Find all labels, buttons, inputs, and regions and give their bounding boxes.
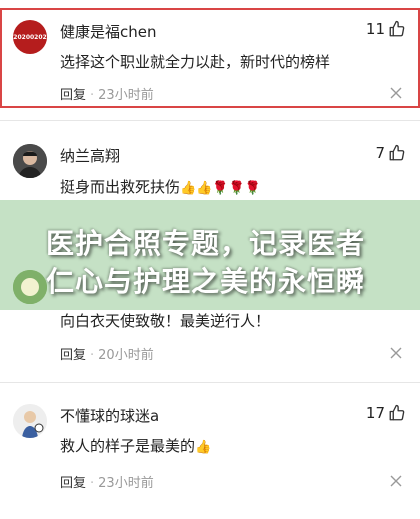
comment-time: 23小时前: [98, 476, 154, 491]
comment-text: 挺身而出救死扶伤👍👍🌹🌹🌹: [60, 176, 261, 197]
emoji: 👍: [195, 440, 212, 455]
avatar[interactable]: [13, 270, 47, 304]
reply-button[interactable]: 回复: [60, 88, 86, 103]
avatar[interactable]: [13, 404, 47, 438]
comment-item: 不懂球的球迷a 17 救人的样子是最美的👍 回复 · 23小时前: [0, 392, 420, 492]
comment-text: 选择这个职业就全力以赴，新时代的榜样: [60, 53, 331, 71]
avatar[interactable]: [13, 144, 47, 178]
comment-time: 20小时前: [98, 348, 154, 363]
reply-button[interactable]: 回复: [60, 476, 86, 491]
meta-separator: ·: [90, 88, 95, 103]
comment-meta: 回复 · 23小时前: [60, 84, 154, 103]
meta-separator: ·: [90, 476, 95, 491]
banner-title-line1: 医护合照专题，记录医者: [46, 227, 366, 260]
like-count: 7: [375, 144, 385, 162]
close-icon[interactable]: [390, 87, 402, 99]
comment-item: 向白衣天使致敬！最美逆行人！ 回复 · 20小时前: [0, 310, 420, 370]
comment-text: 救人的样子是最美的👍: [60, 435, 211, 456]
comment-text-body: 救人的样子是最美的: [60, 437, 196, 455]
meta-separator: ·: [90, 348, 95, 363]
comment-item: 20200202 健康是福chen 11 选择这个职业就全力以赴，新时代的榜样 …: [0, 8, 420, 108]
emoji-group: 👍👍🌹🌹🌹: [180, 181, 261, 196]
avatar[interactable]: 20200202: [13, 20, 47, 54]
divider: [0, 120, 420, 121]
banner-title-line2: 仁心与护理之美的永恒瞬: [46, 265, 366, 298]
like-button[interactable]: 7: [375, 144, 406, 162]
like-count: 11: [365, 20, 385, 38]
comment-time: 23小时前: [98, 88, 154, 103]
comment-username[interactable]: 不懂球的球迷a: [60, 405, 159, 426]
thumbs-up-icon: [388, 144, 406, 162]
comment-meta: 回复 · 20小时前: [60, 344, 154, 363]
like-button[interactable]: 11: [366, 20, 406, 38]
comment-text: 向白衣天使致敬！最美逆行人！: [60, 312, 271, 330]
thumbs-up-icon: [388, 404, 406, 422]
comment-username[interactable]: 纳兰高翔: [60, 145, 120, 166]
close-icon[interactable]: [390, 347, 402, 359]
close-icon[interactable]: [390, 475, 402, 487]
like-count: 17: [365, 404, 385, 422]
like-button[interactable]: 17: [366, 404, 406, 422]
comment-meta: 回复 · 23小时前: [60, 472, 154, 491]
avatar-text: 20200202: [13, 33, 47, 41]
divider: [0, 382, 420, 383]
reply-button[interactable]: 回复: [60, 348, 86, 363]
comment-text-body: 挺身而出救死扶伤: [60, 178, 181, 196]
comment-username[interactable]: 健康是福chen: [60, 21, 157, 42]
thumbs-up-icon: [388, 20, 406, 38]
title-banner: 医护合照专题，记录医者 仁心与护理之美的永恒瞬: [0, 200, 420, 310]
